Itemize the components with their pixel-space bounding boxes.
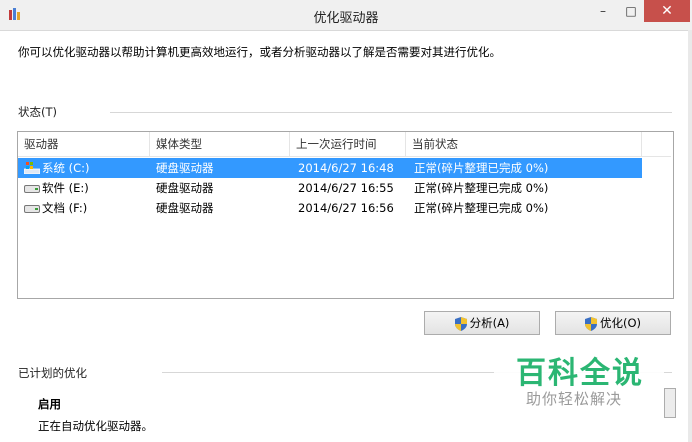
change-settings-button[interactable] (664, 388, 676, 418)
last-run-time: 2014/6/27 16:56 (298, 201, 394, 215)
column-header-current-status[interactable]: 当前状态 (406, 132, 642, 156)
analyze-button[interactable]: 分析(A) (424, 311, 540, 335)
column-header-row: 驱动器 媒体类型 上一次运行时间 当前状态 (18, 132, 671, 157)
column-header-last-run[interactable]: 上一次运行时间 (290, 132, 406, 156)
description-text: 你可以优化驱动器以帮助计算机更高效地运行，或者分析驱动器以了解是否需要对其进行优… (18, 45, 501, 59)
status-section-label: 状态(T) (18, 105, 57, 119)
drive-name: 文档 (F:) (42, 201, 88, 215)
hard-drive-icon (24, 185, 40, 193)
window-edge (688, 30, 692, 442)
maximize-button[interactable]: □ (620, 0, 642, 22)
current-status: 正常(碎片整理已完成 0%) (414, 161, 549, 175)
current-status: 正常(碎片整理已完成 0%) (414, 201, 549, 215)
last-run-time: 2014/6/27 16:55 (298, 181, 394, 195)
hard-drive-icon (24, 205, 40, 213)
drive-row-c[interactable]: 系统 (C:) 硬盘驱动器 2014/6/27 16:48 正常(碎片整理已完成… (18, 158, 642, 178)
analyze-button-label: 分析(A) (469, 316, 510, 330)
minimize-button[interactable]: – (592, 0, 614, 22)
media-type: 硬盘驱动器 (156, 181, 214, 195)
column-header-drive[interactable]: 驱动器 (18, 132, 150, 156)
drive-name: 系统 (C:) (42, 161, 90, 175)
watermark-subtitle: 助你轻松解决 (526, 390, 623, 408)
drive-row-f[interactable]: 文档 (F:) 硬盘驱动器 2014/6/27 16:56 正常(碎片整理已完成… (18, 198, 642, 218)
uac-shield-icon (454, 316, 467, 331)
system-drive-icon (24, 162, 40, 174)
window-title: 优化驱动器 (313, 11, 379, 26)
watermark-title: 百科全说 (516, 356, 644, 391)
watermark: 百科全说 助你轻松解决 (494, 346, 664, 418)
drive-list[interactable]: 驱动器 媒体类型 上一次运行时间 当前状态 系统 (C:) 硬盘驱动器 2014… (17, 131, 674, 299)
last-run-time: 2014/6/27 16:48 (298, 161, 394, 175)
uac-shield-icon (584, 316, 597, 331)
title-bar: 优化驱动器 – □ ✕ (0, 0, 692, 31)
drive-row-e[interactable]: 软件 (E:) 硬盘驱动器 2014/6/27 16:55 正常(碎片整理已完成… (18, 178, 642, 198)
status-divider (110, 112, 672, 113)
media-type: 硬盘驱动器 (156, 201, 214, 215)
close-button[interactable]: ✕ (644, 0, 690, 22)
drive-name: 软件 (E:) (42, 181, 89, 195)
optimize-button[interactable]: 优化(O) (555, 311, 671, 335)
current-status: 正常(碎片整理已完成 0%) (414, 181, 549, 195)
schedule-detail: 正在自动优化驱动器。 (38, 419, 153, 433)
optimize-button-label: 优化(O) (599, 316, 642, 330)
column-header-media-type[interactable]: 媒体类型 (150, 132, 290, 156)
scheduled-section-label: 已计划的优化 (18, 366, 87, 380)
media-type: 硬盘驱动器 (156, 161, 214, 175)
schedule-state: 启用 (38, 397, 61, 411)
